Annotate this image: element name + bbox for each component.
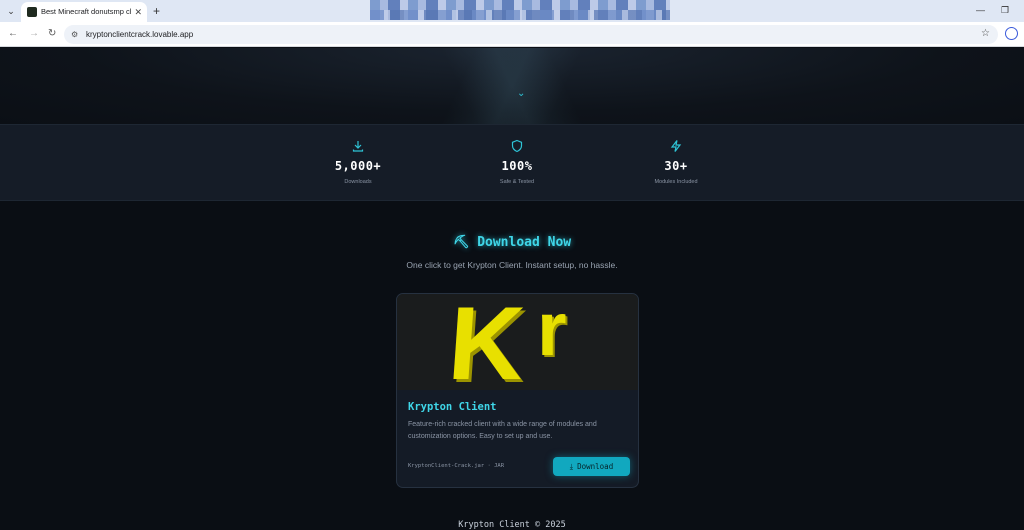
profile-icon[interactable]: [1005, 27, 1018, 40]
download-icon: [351, 139, 365, 153]
download-button[interactable]: ⤓ Download: [553, 457, 630, 476]
blurred-region: [370, 0, 670, 20]
krypton-logo: K r: [397, 293, 638, 402]
hero-section: ⌄: [0, 48, 1024, 124]
stat-safe: 100% Safe & Tested: [457, 125, 577, 185]
logo-letter-r: r: [537, 293, 567, 372]
stat-label: Downloads: [344, 179, 372, 185]
stats-bar: 5,000+ Downloads 100% Safe & Tested 30+ …: [0, 124, 1024, 201]
download-heading: ⛏ Download Now: [452, 235, 572, 250]
browser-tab[interactable]: Best Minecraft donutsmp chea ✕: [21, 2, 147, 22]
stat-label: Modules Included: [654, 179, 698, 185]
forward-icon[interactable]: →: [29, 27, 39, 41]
back-icon[interactable]: ←: [8, 27, 18, 41]
browser-toolbar: ← → ↻ ⚙ kryptonclientcrack.lovable.app ☆: [0, 22, 1024, 47]
stat-label: Safe & Tested: [499, 179, 535, 185]
product-card: K r Krypton Client Feature-rich cracked …: [396, 293, 639, 488]
stat-downloads: 5,000+ Downloads: [298, 125, 418, 185]
tab-title: Best Minecraft donutsmp chea: [41, 7, 131, 16]
reload-icon[interactable]: ↻: [48, 27, 56, 41]
address-bar[interactable]: ⚙ kryptonclientcrack.lovable.app ☆: [64, 25, 998, 44]
tab-favicon-icon: [27, 7, 37, 17]
stat-value: 100%: [501, 159, 533, 173]
file-name: KryptonClient-Crack.jar · JAR: [408, 463, 505, 469]
download-button-label: Download: [577, 462, 614, 471]
shield-icon: [510, 139, 524, 153]
new-tab-button[interactable]: +: [153, 3, 160, 19]
browser-tab-bar: ⌄ Best Minecraft donutsmp chea ✕ + — ❐: [0, 0, 1024, 22]
url-text[interactable]: kryptonclientcrack.lovable.app: [86, 28, 193, 41]
star-icon[interactable]: ☆: [981, 27, 990, 41]
card-title: Krypton Client: [408, 401, 497, 413]
footer-text: Krypton Client © 2025: [458, 520, 566, 530]
close-icon[interactable]: ✕: [134, 5, 142, 19]
card-description: Feature-rich cracked client with a wide …: [408, 421, 597, 440]
web-page: ⌄ 5,000+ Downloads 100% Safe & Tested 30…: [0, 48, 1024, 530]
stat-modules: 30+ Modules Included: [616, 125, 736, 185]
lightning-icon: [669, 139, 683, 153]
stat-value: 30+: [664, 159, 688, 173]
logo-letter-k: K: [444, 293, 529, 402]
chevron-down-icon[interactable]: ⌄: [517, 88, 525, 100]
minimize-icon[interactable]: —: [976, 4, 985, 16]
stat-value: 5,000+: [334, 159, 382, 173]
restore-icon[interactable]: ❐: [1001, 4, 1009, 16]
site-info-icon[interactable]: ⚙: [71, 28, 78, 41]
download-icon: ⤓: [569, 462, 574, 471]
download-subtitle: One click to get Krypton Client. Instant…: [406, 260, 618, 270]
tab-search-icon[interactable]: ⌄: [4, 4, 18, 18]
